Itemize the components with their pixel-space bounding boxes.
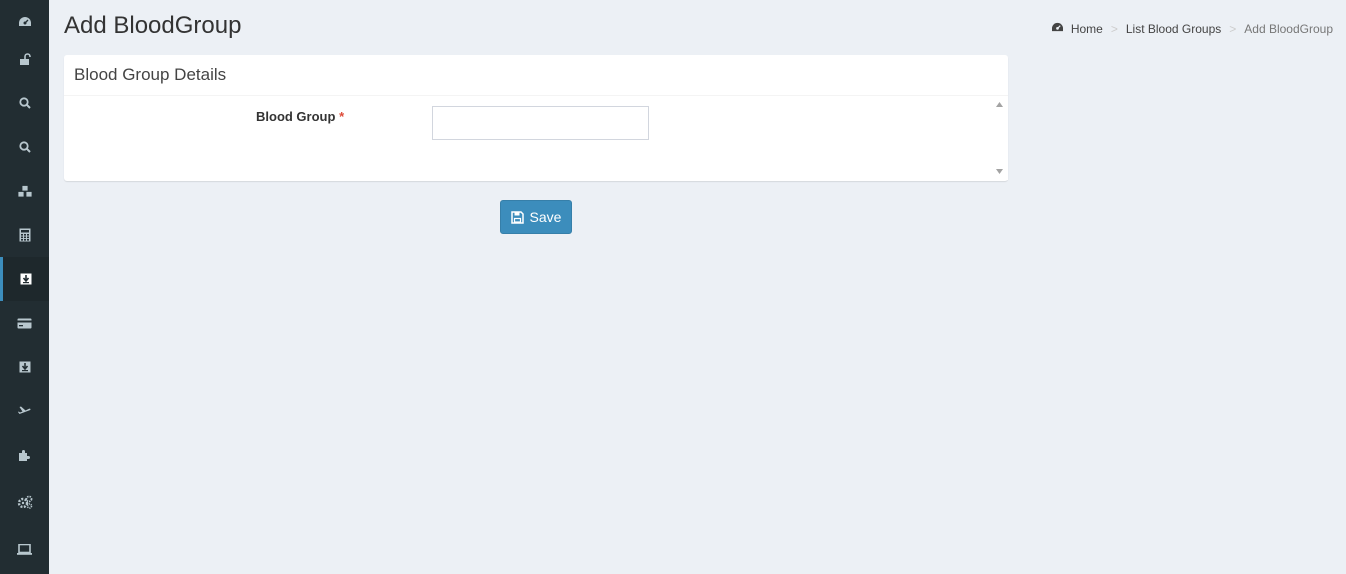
box-title: Blood Group Details bbox=[74, 65, 227, 84]
plane-icon bbox=[18, 406, 31, 414]
page-title: Add BloodGroup bbox=[64, 12, 242, 39]
box-body: Blood Group * bbox=[64, 96, 1008, 180]
breadcrumb-separator: > bbox=[1229, 22, 1237, 36]
breadcrumb-home-link[interactable]: Home bbox=[1071, 22, 1103, 36]
sidebar-item-cubes[interactable] bbox=[0, 169, 49, 213]
breadcrumb-current: Add BloodGroup bbox=[1244, 22, 1333, 36]
search-icon bbox=[18, 141, 31, 153]
dashboard-icon bbox=[18, 17, 31, 26]
save-button[interactable]: Save bbox=[500, 200, 572, 234]
credit-card-icon bbox=[17, 318, 32, 328]
sidebar-item-download-active[interactable] bbox=[0, 257, 49, 301]
download-icon bbox=[20, 273, 32, 285]
box-scrollbar[interactable] bbox=[991, 96, 1008, 180]
blood-group-input[interactable] bbox=[432, 106, 649, 140]
blood-group-details-box: Blood Group Details Blood Group * bbox=[64, 55, 1008, 181]
scroll-up-arrow-icon[interactable] bbox=[991, 96, 1008, 113]
sidebar-item-credit-card[interactable] bbox=[0, 301, 49, 345]
dashboard-icon bbox=[1051, 22, 1064, 36]
blood-group-label-text: Blood Group bbox=[256, 109, 336, 124]
sidebar bbox=[0, 0, 49, 574]
puzzle-icon bbox=[19, 449, 30, 461]
sidebar-item-search-2[interactable] bbox=[0, 125, 49, 169]
download-icon bbox=[19, 361, 30, 373]
breadcrumb: Home > List Blood Groups > Add BloodGrou… bbox=[1051, 22, 1333, 36]
cubes-icon bbox=[17, 184, 32, 197]
sidebar-item-download[interactable] bbox=[0, 345, 49, 389]
sidebar-item-puzzle[interactable] bbox=[0, 433, 49, 477]
required-asterisk: * bbox=[339, 109, 345, 124]
sidebar-item-gears[interactable] bbox=[0, 480, 49, 524]
sidebar-item-unlock[interactable] bbox=[0, 37, 49, 81]
gears-icon bbox=[17, 495, 32, 509]
laptop-icon bbox=[17, 543, 32, 555]
search-icon bbox=[18, 97, 31, 109]
blood-group-label: Blood Group * bbox=[256, 109, 344, 124]
sidebar-item-search[interactable] bbox=[0, 81, 49, 125]
unlock-icon bbox=[19, 53, 31, 65]
floppy-disk-icon bbox=[510, 210, 524, 224]
box-header: Blood Group Details bbox=[64, 55, 1008, 96]
sidebar-item-plane[interactable] bbox=[0, 389, 49, 433]
calculator-icon bbox=[19, 228, 30, 242]
sidebar-item-calculator[interactable] bbox=[0, 213, 49, 257]
save-button-label: Save bbox=[529, 209, 562, 225]
breadcrumb-separator: > bbox=[1110, 22, 1118, 36]
breadcrumb-list-link[interactable]: List Blood Groups bbox=[1126, 22, 1221, 36]
scroll-down-arrow-icon[interactable] bbox=[991, 163, 1008, 180]
sidebar-item-laptop[interactable] bbox=[0, 527, 49, 571]
